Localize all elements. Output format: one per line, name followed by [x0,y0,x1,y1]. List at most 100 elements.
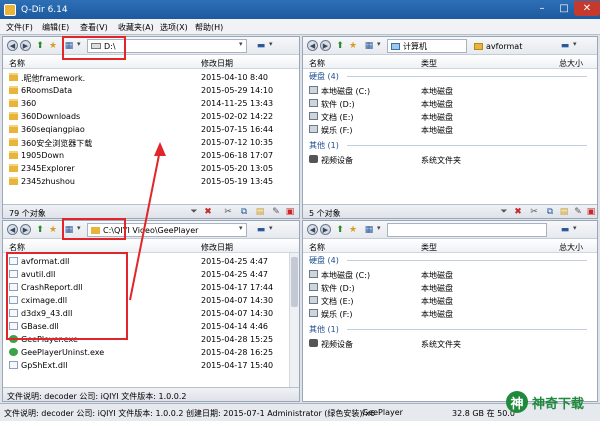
column-size[interactable]: 总大小 [559,58,583,69]
forward-icon[interactable]: ▶ [20,40,31,51]
view-mode-icon[interactable]: ▦ [363,224,375,236]
list-item[interactable]: CrashReport.dll 2015-04-17 17:44 [3,281,299,294]
address-bar[interactable]: 计算机 [387,39,467,53]
menu-view[interactable]: 查看(V) [80,22,108,33]
column-name[interactable]: 名称 [309,58,325,69]
list-item[interactable]: 360安全浏览器下载 2015-07-12 10:35 [3,136,299,149]
search-suggestion[interactable]: avformat [471,39,561,53]
list-item[interactable]: GeePlayerUninst.exe 2015-04-28 16:25 [3,346,299,359]
list-item[interactable]: 文档 (E:) 本地磁盘 [303,110,597,123]
list-item[interactable]: 娱乐 (F:) 本地磁盘 [303,123,597,136]
list-item[interactable]: 文档 (E:) 本地磁盘 [303,294,597,307]
column-size[interactable]: 总大小 [559,242,583,253]
menu-help[interactable]: 帮助(H) [195,22,223,33]
chevron-down-icon[interactable]: ▾ [377,224,381,232]
monitor-icon[interactable]: ▬ [255,40,267,52]
list-item[interactable]: GBase.dll 2015-04-14 4:46 [3,320,299,333]
favorites-icon[interactable]: ★ [347,224,359,236]
forward-icon[interactable]: ▶ [320,40,331,51]
favorites-icon[interactable]: ★ [347,40,359,52]
chevron-down-icon[interactable]: ▾ [573,224,577,232]
column-date[interactable]: 修改日期 [201,242,233,253]
back-icon[interactable]: ◀ [307,224,318,235]
view-mode-icon[interactable]: ▦ [363,40,375,52]
list-item[interactable]: 本地磁盘 (C:) 本地磁盘 [303,84,597,97]
up-folder-icon[interactable]: ⬆ [334,224,346,236]
column-date[interactable]: 修改日期 [201,58,233,69]
copy-icon[interactable]: ⧉ [239,207,249,217]
address-bar[interactable] [387,223,547,237]
forward-icon[interactable]: ▶ [320,224,331,235]
back-icon[interactable]: ◀ [7,40,18,51]
menu-file[interactable]: 文件(F) [6,22,33,33]
list-item[interactable]: GeePlayer.exe 2015-04-28 15:25 [3,333,299,346]
chevron-down-icon[interactable]: ▾ [573,40,577,48]
chevron-down-icon[interactable]: ▾ [377,40,381,48]
monitor-icon[interactable]: ▬ [559,224,571,236]
properties-icon[interactable]: ▣ [285,207,295,217]
maximize-button[interactable]: □ [552,1,576,16]
list-item[interactable]: 2345Explorer 2015-05-20 13:05 [3,162,299,175]
chevron-down-icon[interactable]: ▾ [77,224,81,232]
up-folder-icon[interactable]: ⬆ [334,40,346,52]
list-item[interactable]: 软件 (D:) 本地磁盘 [303,97,597,110]
minimize-button[interactable]: – [530,1,554,16]
back-icon[interactable]: ◀ [307,40,318,51]
list-item[interactable]: 本地磁盘 (C:) 本地磁盘 [303,268,597,281]
menu-options[interactable]: 选项(X) [160,22,188,33]
chevron-down-icon[interactable]: ▾ [239,224,243,232]
funnel-icon[interactable]: ⏷ [189,207,199,217]
column-type[interactable]: 类型 [421,242,437,253]
list-item[interactable]: 软件 (D:) 本地磁盘 [303,281,597,294]
list-item[interactable]: 1905Down 2015-06-18 17:07 [3,149,299,162]
column-name[interactable]: 名称 [9,242,25,253]
edit-icon[interactable]: ✎ [573,207,583,217]
column-name[interactable]: 名称 [9,58,25,69]
cut-icon[interactable]: ✂ [529,207,539,217]
address-bar[interactable]: D:\ [87,39,247,53]
group-header[interactable]: 硬盘 (4) [309,71,339,82]
list-item[interactable]: .昵他framework. 2015-04-10 8:40 [3,71,299,84]
list-item[interactable]: cximage.dll 2015-04-07 14:30 [3,294,299,307]
paste-icon[interactable]: ▤ [559,207,569,217]
cut-icon[interactable]: ✂ [223,207,233,217]
list-item[interactable]: 视频设备 系统文件夹 [303,153,597,166]
chevron-down-icon[interactable]: ▾ [77,40,81,48]
list-item[interactable]: 6RoomsData 2015-05-29 14:10 [3,84,299,97]
favorites-icon[interactable]: ★ [47,224,59,236]
column-name[interactable]: 名称 [309,242,325,253]
menu-favorites[interactable]: 收藏夹(A) [118,22,154,33]
delete-icon[interactable]: ✖ [513,207,523,217]
group-header[interactable]: 其他 (1) [309,324,339,335]
list-item[interactable]: 360 2014-11-25 13:43 [3,97,299,110]
view-mode-icon[interactable]: ▦ [63,40,75,52]
properties-icon[interactable]: ▣ [586,207,596,217]
list-item[interactable]: 娱乐 (F:) 本地磁盘 [303,307,597,320]
back-icon[interactable]: ◀ [7,224,18,235]
group-header[interactable]: 其他 (1) [309,140,339,151]
list-item[interactable]: 2345zhushou 2015-05-19 13:45 [3,175,299,188]
edit-icon[interactable]: ✎ [271,207,281,217]
menu-edit[interactable]: 编辑(E) [42,22,69,33]
list-item[interactable]: avutil.dll 2015-04-25 4:47 [3,268,299,281]
delete-icon[interactable]: ✖ [203,207,213,217]
monitor-icon[interactable]: ▬ [559,40,571,52]
list-item[interactable]: avformat.dll 2015-04-25 4:47 [3,255,299,268]
up-folder-icon[interactable]: ⬆ [34,40,46,52]
monitor-icon[interactable]: ▬ [255,224,267,236]
list-item[interactable]: d3dx9_43.dll 2015-04-07 14:30 [3,307,299,320]
chevron-down-icon[interactable]: ▾ [239,40,243,48]
paste-icon[interactable]: ▤ [255,207,265,217]
list-item[interactable]: 360seqiangpiao 2015-07-15 16:44 [3,123,299,136]
close-button[interactable]: ✕ [574,1,600,16]
scroll-thumb[interactable] [291,257,298,307]
view-mode-icon[interactable]: ▦ [63,224,75,236]
list-item[interactable]: 360Downloads 2015-02-02 14:22 [3,110,299,123]
group-header[interactable]: 硬盘 (4) [309,255,339,266]
list-item[interactable]: GpShExt.dll 2015-04-17 15:40 [3,359,299,372]
vertical-scrollbar[interactable] [289,253,299,389]
chevron-down-icon[interactable]: ▾ [269,224,273,232]
column-type[interactable]: 类型 [421,58,437,69]
favorites-icon[interactable]: ★ [47,40,59,52]
chevron-down-icon[interactable]: ▾ [269,40,273,48]
